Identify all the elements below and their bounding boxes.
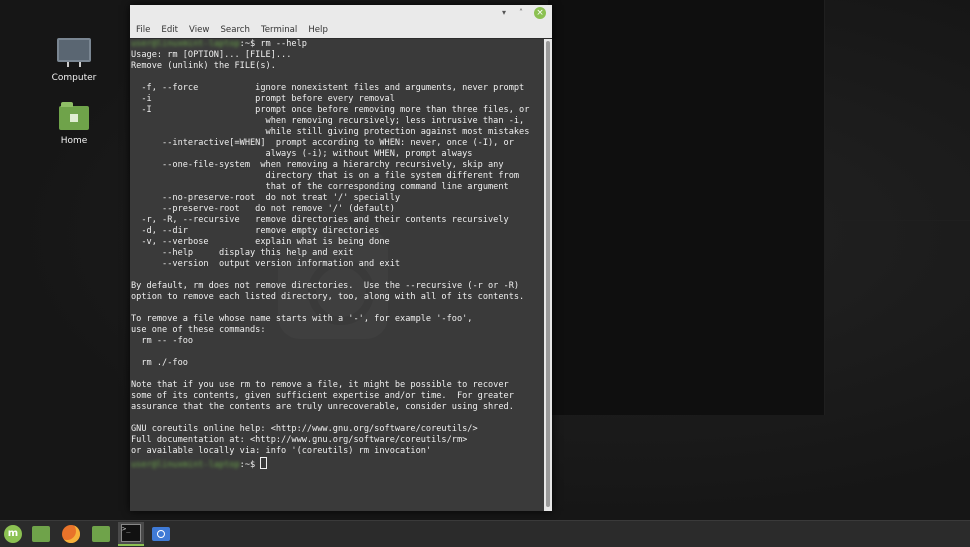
prompt-suffix: :~$ — [239, 39, 256, 49]
files-launcher[interactable] — [88, 522, 114, 546]
terminal-icon: >_ — [121, 524, 141, 542]
maximize-button[interactable]: ˄ — [515, 7, 527, 19]
camera-icon — [152, 527, 170, 541]
command-text: rm --help — [255, 39, 307, 49]
desktop-icon-label: Computer — [51, 73, 97, 83]
menu-button[interactable]: m — [0, 522, 26, 546]
show-desktop-button[interactable] — [28, 522, 54, 546]
screenshot-launcher[interactable] — [148, 522, 174, 546]
menu-terminal[interactable]: Terminal — [261, 25, 297, 35]
window-titlebar[interactable]: ▾ ˄ × — [130, 5, 552, 22]
mint-logo-icon: m — [4, 525, 22, 543]
folder-icon — [92, 526, 110, 542]
firefox-launcher[interactable] — [58, 522, 84, 546]
terminal-screen[interactable]: user@linuxmint-laptop:~$ rm --help Usage… — [130, 39, 544, 511]
computer-icon — [34, 38, 114, 67]
terminal-task-button[interactable]: >_ — [118, 522, 144, 546]
home-folder-icon — [34, 102, 114, 130]
help-text: Usage: rm [OPTION]... [FILE]... Remove (… — [131, 50, 530, 456]
prompt-user: user@linuxmint-laptop — [131, 39, 240, 49]
desktop-icon-label: Home — [60, 136, 88, 146]
terminal-output[interactable]: user@linuxmint-laptop:~$ rm --help Usage… — [130, 39, 544, 471]
desktop-icon-home[interactable]: Home — [34, 102, 114, 146]
desktop-icon-computer[interactable]: Computer — [34, 38, 114, 83]
prompt-user: user@linuxmint-laptop — [131, 460, 240, 470]
menu-view[interactable]: View — [189, 25, 209, 35]
taskbar: m >_ — [0, 520, 970, 547]
menu-file[interactable]: File — [136, 25, 150, 35]
show-desktop-icon — [32, 526, 50, 542]
desktop-divider — [824, 220, 970, 221]
desktop-divider — [824, 0, 825, 415]
close-button[interactable]: × — [534, 7, 546, 19]
firefox-icon — [62, 525, 80, 543]
minimize-button[interactable]: ▾ — [498, 7, 510, 19]
background-window — [548, 0, 824, 415]
menu-help[interactable]: Help — [308, 25, 328, 35]
scrollbar-thumb[interactable] — [546, 41, 550, 507]
scrollbar[interactable] — [544, 39, 552, 511]
text-cursor — [260, 457, 268, 469]
menu-edit[interactable]: Edit — [161, 25, 178, 35]
menu-search[interactable]: Search — [220, 25, 250, 35]
prompt-suffix: :~$ — [239, 460, 261, 470]
menu-bar: File Edit View Search Terminal Help — [130, 22, 552, 38]
terminal-window[interactable]: ▾ ˄ × File Edit View Search Terminal Hel… — [130, 5, 552, 511]
